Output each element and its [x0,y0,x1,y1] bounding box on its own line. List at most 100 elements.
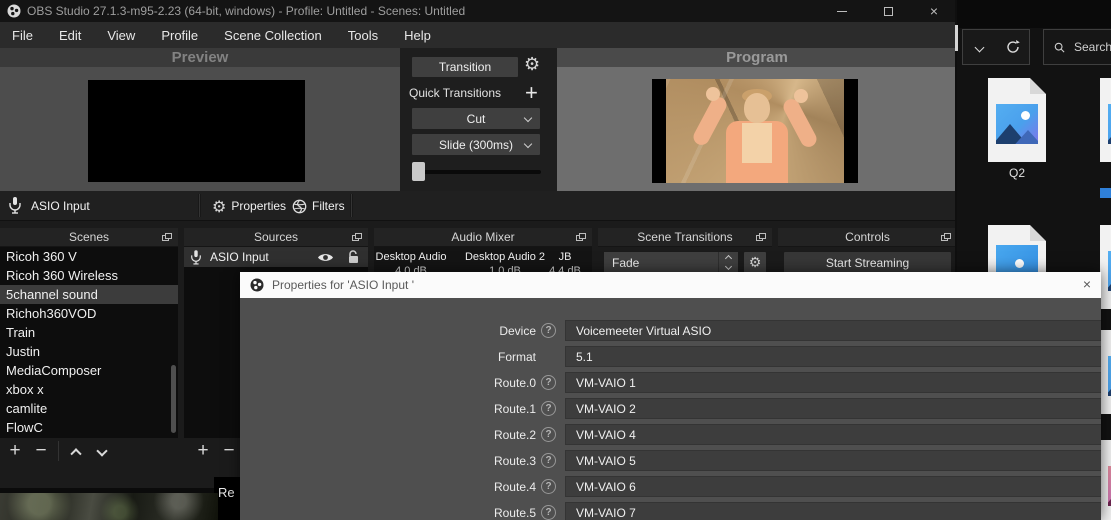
audio-mixer-header[interactable]: Audio Mixer [374,228,592,247]
refresh-button[interactable] [996,30,1029,64]
scene-list-item[interactable]: Ricoh 360 V [0,247,178,266]
add-quick-transition-icon[interactable]: + [525,84,538,102]
source-context-toolbar: ASIO Input ⚙ Properties Filters [0,191,957,221]
popout-dock-icon[interactable] [576,233,586,242]
quick-transition-slide-dropdown[interactable]: Slide (300ms) [412,134,540,155]
panel-divider-handle[interactable] [955,25,958,51]
menu-view[interactable]: View [107,28,135,43]
maximize-icon [884,7,893,16]
help-icon[interactable]: ? [541,323,556,338]
scene-list-item[interactable]: Richoh360VOD [0,304,178,323]
controls-title: Controls [845,230,890,244]
preview-video[interactable] [88,80,305,182]
help-icon[interactable]: ? [541,479,556,494]
scene-list-item-selected[interactable]: 5channel sound [0,285,178,304]
route4-select[interactable]: VM-VAIO 6 [565,476,1101,497]
popout-dock-icon[interactable] [941,233,951,242]
menu-edit[interactable]: Edit [59,28,81,43]
dropdown-button[interactable] [963,30,996,64]
popout-dock-icon[interactable] [162,233,172,242]
route2-select[interactable]: VM-VAIO 4 [565,424,1101,445]
toolbar-grip[interactable] [350,194,353,217]
scene-list-item[interactable]: Ricoh 360 Wireless [0,266,178,285]
help-icon[interactable]: ? [541,375,556,390]
scene-list-item[interactable]: Justin [0,342,178,361]
help-icon[interactable]: ? [541,505,556,520]
visibility-eye-icon[interactable] [317,252,334,263]
transition-duration-track[interactable] [414,170,541,174]
file-item-clipped[interactable] [1100,78,1111,182]
move-scene-down-button[interactable] [89,442,115,460]
file-item-q2[interactable]: Q2 [988,78,1046,182]
dialog-close-icon[interactable]: × [1083,276,1091,292]
remove-scene-button[interactable]: − [28,440,54,462]
obs-logo-icon [7,4,21,18]
file-label: Q2 [988,166,1046,180]
filters-button[interactable]: Filters [292,195,345,217]
quick-transition-cut-dropdown[interactable]: Cut [412,108,540,129]
route3-select[interactable]: VM-VAIO 5 [565,450,1101,471]
file-item-clipped[interactable] [1100,440,1111,520]
add-scene-button[interactable]: + [2,440,28,462]
transition-select[interactable]: Fade [604,252,738,273]
scenes-scrollbar[interactable] [171,365,176,433]
move-scene-up-button[interactable] [63,442,89,460]
field-label: Route.1 [494,402,536,416]
scenes-dock-header[interactable]: Scenes [0,228,178,247]
menu-help[interactable]: Help [404,28,431,43]
menu-tools[interactable]: Tools [348,28,378,43]
route0-select[interactable]: VM-VAIO 1 [565,372,1101,393]
format-select[interactable]: 5.1 [565,346,1101,367]
help-icon[interactable]: ? [541,427,556,442]
properties-button[interactable]: ⚙ Properties [212,195,286,217]
thumbnail-sun [1021,111,1030,120]
route5-select[interactable]: VM-VAIO 7 [565,502,1101,520]
transition-properties-button[interactable]: ⚙ [744,252,766,273]
field-row-route3: Route.3? VM-VAIO 5 [240,450,1101,471]
menu-profile[interactable]: Profile [161,28,198,43]
menu-scene-collection[interactable]: Scene Collection [224,28,322,43]
program-video[interactable] [652,79,858,183]
search-box[interactable]: Search [1043,29,1111,65]
preview-header: Preview [0,48,400,67]
dialog-title-bar[interactable]: Properties for 'ASIO Input ' × [240,272,1101,298]
window-title: OBS Studio 27.1.3-m95-2.23 (64-bit, wind… [27,4,465,18]
controls-header[interactable]: Controls [778,228,957,247]
help-icon[interactable]: ? [541,453,556,468]
popout-dock-icon[interactable] [756,233,766,242]
scene-transitions-header[interactable]: Scene Transitions [598,228,772,247]
route1-select[interactable]: VM-VAIO 2 [565,398,1101,419]
start-streaming-button[interactable]: Start Streaming [784,252,951,273]
close-icon: × [930,4,938,18]
popout-dock-icon[interactable] [352,233,362,242]
scene-list-item[interactable]: camlite [0,399,178,418]
close-button[interactable]: × [911,0,957,22]
scene-list-item[interactable]: FlowC [0,418,178,437]
add-source-button[interactable]: + [190,440,216,462]
device-select[interactable]: Voicemeeter Virtual ASIO [565,320,1101,341]
search-text: Search [1074,40,1111,54]
scene-list-item[interactable]: Train [0,323,178,342]
scenes-dock-title: Scenes [69,230,109,244]
toolbar-grip[interactable] [198,194,201,217]
transition-settings-gear-icon[interactable]: ⚙ [524,54,540,75]
minimize-button[interactable] [819,0,865,22]
field-label: Route.3 [494,454,536,468]
video-figure-hand [706,87,720,101]
sources-dock-header[interactable]: Sources [184,228,368,247]
background-photo [0,493,218,520]
title-bar[interactable]: OBS Studio 27.1.3-m95-2.23 (64-bit, wind… [0,0,957,22]
maximize-button[interactable] [865,0,911,22]
remove-source-button[interactable]: − [216,440,242,462]
scene-list-item[interactable]: xbox x [0,380,178,399]
help-icon[interactable]: ? [541,401,556,416]
menu-file[interactable]: File [12,28,33,43]
scene-list-item[interactable]: MediaComposer [0,361,178,380]
source-row-asio-input[interactable]: ASIO Input [184,247,368,267]
lock-open-icon[interactable] [347,250,360,264]
file-item-clipped[interactable] [1100,225,1111,329]
spinner-icons[interactable] [718,252,738,273]
transition-duration-handle[interactable] [412,162,425,181]
file-item-clipped[interactable] [1100,330,1111,434]
transition-button[interactable]: Transition [412,57,518,77]
